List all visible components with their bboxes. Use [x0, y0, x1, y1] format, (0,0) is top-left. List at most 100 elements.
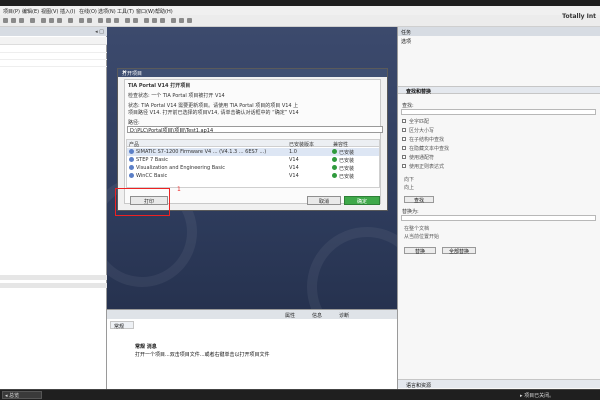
checkbox[interactable] [402, 137, 406, 141]
project-path-field[interactable]: D:\PLC\Portal项目\项目\Test1.ap14 [127, 126, 383, 134]
column-header-compat[interactable]: 兼容性 [331, 140, 379, 148]
cross-reference-icon[interactable] [171, 18, 176, 23]
compile-icon[interactable] [98, 18, 103, 23]
tia-portal-window: 项目(P) 编辑(E) 视图(V) 插入(I) 在线(O) 选项(N) 工具(T… [0, 0, 600, 400]
cut-icon[interactable] [41, 18, 46, 23]
close-icon[interactable]: ✕ [122, 69, 384, 76]
paste-icon[interactable] [57, 18, 62, 23]
tree-row[interactable] [0, 47, 107, 53]
go-online-icon[interactable] [125, 18, 130, 23]
tree-row[interactable] [0, 61, 107, 67]
message-text: 打开一个项目...双击项目文件...或者右键单击以打开项目文件 [135, 352, 270, 358]
replace-button[interactable]: 替换 [404, 247, 436, 255]
tab-general[interactable]: 常规 [110, 321, 134, 330]
column-header-product[interactable]: 产品 [127, 140, 287, 148]
replace-scope-option[interactable]: 从当前位置开始 [404, 233, 439, 240]
table-row[interactable]: WinCC Basic V14 已安装 [127, 172, 379, 180]
tree-row[interactable] [0, 54, 107, 60]
find-replace-section[interactable]: 查找和替换 [398, 86, 600, 95]
replace-input[interactable] [401, 215, 596, 221]
table-row[interactable]: SIMATIC S7-1200 Firmware V4 ... (V4.1.3 … [127, 148, 379, 156]
languages-resources-section[interactable]: 语言和资源 [398, 379, 600, 389]
brand-label: Totally Int [562, 13, 596, 20]
save-project-icon[interactable] [19, 18, 24, 23]
new-project-icon[interactable] [3, 18, 8, 23]
dialog-titlebar[interactable]: 打开项目 ✕ [118, 69, 387, 77]
table-row[interactable]: STEP 7 Basic V14 已安装 [127, 156, 379, 164]
menu-options[interactable]: 选项(N) [98, 8, 116, 15]
dialog-line: 检查状态: 一个 TIA Portal 项目被打开 V14 [128, 93, 225, 99]
cancel-button[interactable]: 取消 [307, 196, 341, 205]
split-editor-icon[interactable] [179, 18, 184, 23]
toolbar [0, 15, 600, 27]
details-view-separator[interactable] [0, 275, 107, 280]
tab-info[interactable]: 信息 [312, 312, 322, 319]
product-table: 产品 已安装版本 兼容性 SIMATIC S7-1200 Firmware V4… [126, 139, 380, 188]
find-input[interactable] [401, 109, 596, 115]
menu-tools[interactable]: 工具(T) [117, 8, 134, 15]
checkbox-label: 区分大小写 [409, 128, 435, 134]
menu-edit[interactable]: 编辑(E) [22, 8, 39, 15]
menu-project[interactable]: 项目(P) [3, 8, 20, 15]
menu-help[interactable]: 帮助(H) [155, 8, 173, 15]
undo-icon[interactable] [79, 18, 84, 23]
product-name: WinCC Basic [136, 173, 168, 179]
product-version: V14 [289, 157, 299, 163]
info-panel: 常规 常规 消息 打开一个项目...双击项目文件...或者右键单击以打开项目文件 [107, 319, 397, 389]
print-icon[interactable] [30, 18, 35, 23]
project-tree-panel: ◂ □ [0, 27, 107, 389]
portal-view-label: ◂ 总览 [5, 393, 20, 399]
product-check-icon [129, 149, 134, 154]
checkbox[interactable] [402, 164, 406, 168]
ok-status-icon [332, 149, 337, 154]
project-tree-toolbar [0, 37, 107, 45]
checkbox-label: 在子结构中查找 [409, 137, 445, 143]
copy-icon[interactable] [49, 18, 54, 23]
replace-all-button[interactable]: 全部替换 [442, 247, 476, 255]
details-view-header [0, 283, 107, 288]
replace-scope-option[interactable]: 在整个文档 [404, 225, 429, 232]
ok-status-icon [332, 157, 337, 162]
column-header-version[interactable]: 已安装版本 [287, 140, 331, 148]
tab-properties[interactable]: 属性 [285, 312, 295, 319]
direction-up-option[interactable]: 向上 [404, 184, 414, 191]
product-status: 已安装 [339, 158, 355, 164]
menu-view[interactable]: 视图(V) [41, 8, 58, 15]
project-tree-header: ◂ □ [0, 27, 107, 36]
open-project-icon[interactable] [11, 18, 16, 23]
accessible-devices-icon[interactable] [144, 18, 149, 23]
checkbox[interactable] [402, 119, 406, 123]
product-version: 1.0 [289, 149, 297, 155]
menu-window[interactable]: 窗口(W) [136, 8, 155, 15]
dialog-body: TIA Portal V14 打开项目 检查状态: 一个 TIA Portal … [124, 79, 383, 205]
tab-diagnostics[interactable]: 诊断 [339, 312, 349, 319]
product-name: SIMATIC S7-1200 Firmware V4 ... (V4.1.3 … [136, 149, 267, 155]
checkbox-label: 使用正则表达式 [409, 164, 445, 170]
menu-online[interactable]: 在线(O) [79, 8, 97, 15]
checkbox[interactable] [402, 155, 406, 159]
dialog-heading: TIA Portal V14 打开项目 [128, 83, 191, 89]
checkbox[interactable] [402, 128, 406, 132]
direction-down-option[interactable]: 向下 [404, 176, 414, 183]
start-cpu-icon[interactable] [152, 18, 157, 23]
menu-insert[interactable]: 插入(I) [60, 8, 75, 15]
project-path-value: D:\PLC\Portal项目\项目\Test1.ap14 [130, 128, 214, 134]
table-row[interactable]: Visualization and Engineering Basic V14 … [127, 164, 379, 172]
find-button[interactable]: 查找 [404, 196, 434, 204]
product-version: V14 [289, 173, 299, 179]
search-icon[interactable] [187, 18, 192, 23]
checkbox[interactable] [402, 146, 406, 150]
download-icon[interactable] [106, 18, 111, 23]
ok-button[interactable]: 确定 [344, 196, 380, 205]
delete-icon[interactable] [68, 18, 73, 23]
go-offline-icon[interactable] [133, 18, 138, 23]
upload-icon[interactable] [114, 18, 119, 23]
product-check-icon [129, 157, 134, 162]
panel-pin-icon[interactable]: ◂ □ [95, 29, 104, 35]
product-status: 已安装 [339, 166, 355, 172]
product-status: 已安装 [339, 150, 355, 156]
redo-icon[interactable] [87, 18, 92, 23]
stop-cpu-icon[interactable] [160, 18, 165, 23]
checkbox-label: 使用通配符 [409, 155, 435, 161]
checkbox-label: 在隐藏文本中查找 [409, 146, 450, 152]
